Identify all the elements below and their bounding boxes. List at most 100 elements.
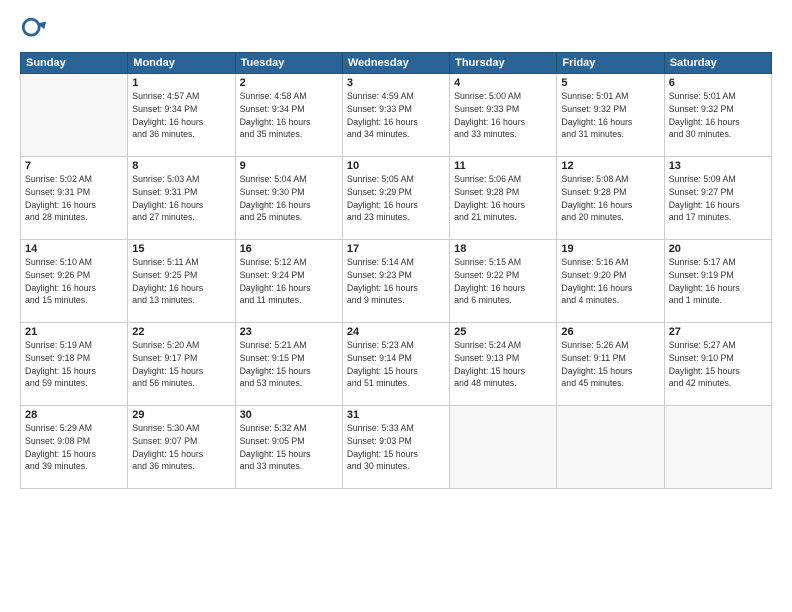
day-cell-30: 30Sunrise: 5:32 AMSunset: 9:05 PMDayligh… bbox=[235, 406, 342, 489]
day-info: Sunrise: 5:11 AMSunset: 9:25 PMDaylight:… bbox=[132, 256, 230, 307]
day-number: 31 bbox=[347, 409, 445, 421]
day-number: 26 bbox=[561, 326, 659, 338]
day-info: Sunrise: 5:01 AMSunset: 9:32 PMDaylight:… bbox=[669, 90, 767, 141]
day-cell-12: 12Sunrise: 5:08 AMSunset: 9:28 PMDayligh… bbox=[557, 157, 664, 240]
day-cell-8: 8Sunrise: 5:03 AMSunset: 9:31 PMDaylight… bbox=[128, 157, 235, 240]
day-info: Sunrise: 5:24 AMSunset: 9:13 PMDaylight:… bbox=[454, 339, 552, 390]
header bbox=[20, 16, 772, 44]
day-info: Sunrise: 5:19 AMSunset: 9:18 PMDaylight:… bbox=[25, 339, 123, 390]
weekday-header-thursday: Thursday bbox=[450, 53, 557, 74]
day-info: Sunrise: 5:33 AMSunset: 9:03 PMDaylight:… bbox=[347, 422, 445, 473]
day-number: 12 bbox=[561, 160, 659, 172]
day-number: 1 bbox=[132, 77, 230, 89]
day-cell-25: 25Sunrise: 5:24 AMSunset: 9:13 PMDayligh… bbox=[450, 323, 557, 406]
day-number: 29 bbox=[132, 409, 230, 421]
weekday-header-saturday: Saturday bbox=[664, 53, 771, 74]
day-cell-11: 11Sunrise: 5:06 AMSunset: 9:28 PMDayligh… bbox=[450, 157, 557, 240]
empty-cell bbox=[21, 74, 128, 157]
weekday-header-row: SundayMondayTuesdayWednesdayThursdayFrid… bbox=[21, 53, 772, 74]
day-number: 7 bbox=[25, 160, 123, 172]
day-cell-6: 6Sunrise: 5:01 AMSunset: 9:32 PMDaylight… bbox=[664, 74, 771, 157]
calendar: SundayMondayTuesdayWednesdayThursdayFrid… bbox=[20, 52, 772, 489]
day-number: 11 bbox=[454, 160, 552, 172]
day-cell-24: 24Sunrise: 5:23 AMSunset: 9:14 PMDayligh… bbox=[342, 323, 449, 406]
day-cell-23: 23Sunrise: 5:21 AMSunset: 9:15 PMDayligh… bbox=[235, 323, 342, 406]
day-number: 16 bbox=[240, 243, 338, 255]
day-info: Sunrise: 5:10 AMSunset: 9:26 PMDaylight:… bbox=[25, 256, 123, 307]
weekday-header-friday: Friday bbox=[557, 53, 664, 74]
day-number: 19 bbox=[561, 243, 659, 255]
week-row-5: 28Sunrise: 5:29 AMSunset: 9:08 PMDayligh… bbox=[21, 406, 772, 489]
day-info: Sunrise: 5:15 AMSunset: 9:22 PMDaylight:… bbox=[454, 256, 552, 307]
day-cell-31: 31Sunrise: 5:33 AMSunset: 9:03 PMDayligh… bbox=[342, 406, 449, 489]
day-cell-17: 17Sunrise: 5:14 AMSunset: 9:23 PMDayligh… bbox=[342, 240, 449, 323]
day-number: 30 bbox=[240, 409, 338, 421]
week-row-3: 14Sunrise: 5:10 AMSunset: 9:26 PMDayligh… bbox=[21, 240, 772, 323]
day-cell-29: 29Sunrise: 5:30 AMSunset: 9:07 PMDayligh… bbox=[128, 406, 235, 489]
weekday-header-monday: Monday bbox=[128, 53, 235, 74]
day-cell-27: 27Sunrise: 5:27 AMSunset: 9:10 PMDayligh… bbox=[664, 323, 771, 406]
day-info: Sunrise: 5:32 AMSunset: 9:05 PMDaylight:… bbox=[240, 422, 338, 473]
day-info: Sunrise: 5:16 AMSunset: 9:20 PMDaylight:… bbox=[561, 256, 659, 307]
day-cell-26: 26Sunrise: 5:26 AMSunset: 9:11 PMDayligh… bbox=[557, 323, 664, 406]
day-cell-15: 15Sunrise: 5:11 AMSunset: 9:25 PMDayligh… bbox=[128, 240, 235, 323]
day-number: 8 bbox=[132, 160, 230, 172]
day-info: Sunrise: 5:09 AMSunset: 9:27 PMDaylight:… bbox=[669, 173, 767, 224]
weekday-header-sunday: Sunday bbox=[21, 53, 128, 74]
day-info: Sunrise: 5:30 AMSunset: 9:07 PMDaylight:… bbox=[132, 422, 230, 473]
day-number: 25 bbox=[454, 326, 552, 338]
day-number: 5 bbox=[561, 77, 659, 89]
day-number: 18 bbox=[454, 243, 552, 255]
day-cell-4: 4Sunrise: 5:00 AMSunset: 9:33 PMDaylight… bbox=[450, 74, 557, 157]
day-info: Sunrise: 5:03 AMSunset: 9:31 PMDaylight:… bbox=[132, 173, 230, 224]
day-info: Sunrise: 5:29 AMSunset: 9:08 PMDaylight:… bbox=[25, 422, 123, 473]
day-info: Sunrise: 5:17 AMSunset: 9:19 PMDaylight:… bbox=[669, 256, 767, 307]
logo-icon bbox=[20, 16, 48, 44]
day-cell-9: 9Sunrise: 5:04 AMSunset: 9:30 PMDaylight… bbox=[235, 157, 342, 240]
day-number: 17 bbox=[347, 243, 445, 255]
day-cell-16: 16Sunrise: 5:12 AMSunset: 9:24 PMDayligh… bbox=[235, 240, 342, 323]
day-number: 21 bbox=[25, 326, 123, 338]
day-info: Sunrise: 5:20 AMSunset: 9:17 PMDaylight:… bbox=[132, 339, 230, 390]
day-info: Sunrise: 4:59 AMSunset: 9:33 PMDaylight:… bbox=[347, 90, 445, 141]
day-number: 27 bbox=[669, 326, 767, 338]
day-info: Sunrise: 5:04 AMSunset: 9:30 PMDaylight:… bbox=[240, 173, 338, 224]
day-info: Sunrise: 4:57 AMSunset: 9:34 PMDaylight:… bbox=[132, 90, 230, 141]
day-info: Sunrise: 5:14 AMSunset: 9:23 PMDaylight:… bbox=[347, 256, 445, 307]
day-cell-5: 5Sunrise: 5:01 AMSunset: 9:32 PMDaylight… bbox=[557, 74, 664, 157]
weekday-header-tuesday: Tuesday bbox=[235, 53, 342, 74]
day-info: Sunrise: 5:06 AMSunset: 9:28 PMDaylight:… bbox=[454, 173, 552, 224]
day-cell-1: 1Sunrise: 4:57 AMSunset: 9:34 PMDaylight… bbox=[128, 74, 235, 157]
week-row-1: 1Sunrise: 4:57 AMSunset: 9:34 PMDaylight… bbox=[21, 74, 772, 157]
day-cell-28: 28Sunrise: 5:29 AMSunset: 9:08 PMDayligh… bbox=[21, 406, 128, 489]
day-info: Sunrise: 5:12 AMSunset: 9:24 PMDaylight:… bbox=[240, 256, 338, 307]
page: SundayMondayTuesdayWednesdayThursdayFrid… bbox=[0, 0, 792, 612]
day-number: 22 bbox=[132, 326, 230, 338]
day-number: 9 bbox=[240, 160, 338, 172]
day-number: 13 bbox=[669, 160, 767, 172]
weekday-header-wednesday: Wednesday bbox=[342, 53, 449, 74]
day-number: 3 bbox=[347, 77, 445, 89]
day-info: Sunrise: 5:08 AMSunset: 9:28 PMDaylight:… bbox=[561, 173, 659, 224]
week-row-4: 21Sunrise: 5:19 AMSunset: 9:18 PMDayligh… bbox=[21, 323, 772, 406]
day-cell-14: 14Sunrise: 5:10 AMSunset: 9:26 PMDayligh… bbox=[21, 240, 128, 323]
empty-cell bbox=[557, 406, 664, 489]
day-cell-20: 20Sunrise: 5:17 AMSunset: 9:19 PMDayligh… bbox=[664, 240, 771, 323]
logo bbox=[20, 16, 52, 44]
day-info: Sunrise: 5:26 AMSunset: 9:11 PMDaylight:… bbox=[561, 339, 659, 390]
day-info: Sunrise: 5:01 AMSunset: 9:32 PMDaylight:… bbox=[561, 90, 659, 141]
day-number: 4 bbox=[454, 77, 552, 89]
day-number: 2 bbox=[240, 77, 338, 89]
day-cell-7: 7Sunrise: 5:02 AMSunset: 9:31 PMDaylight… bbox=[21, 157, 128, 240]
day-number: 14 bbox=[25, 243, 123, 255]
day-info: Sunrise: 5:21 AMSunset: 9:15 PMDaylight:… bbox=[240, 339, 338, 390]
day-info: Sunrise: 5:27 AMSunset: 9:10 PMDaylight:… bbox=[669, 339, 767, 390]
empty-cell bbox=[664, 406, 771, 489]
day-info: Sunrise: 5:00 AMSunset: 9:33 PMDaylight:… bbox=[454, 90, 552, 141]
day-cell-2: 2Sunrise: 4:58 AMSunset: 9:34 PMDaylight… bbox=[235, 74, 342, 157]
day-cell-22: 22Sunrise: 5:20 AMSunset: 9:17 PMDayligh… bbox=[128, 323, 235, 406]
day-info: Sunrise: 5:02 AMSunset: 9:31 PMDaylight:… bbox=[25, 173, 123, 224]
day-cell-19: 19Sunrise: 5:16 AMSunset: 9:20 PMDayligh… bbox=[557, 240, 664, 323]
empty-cell bbox=[450, 406, 557, 489]
day-info: Sunrise: 5:23 AMSunset: 9:14 PMDaylight:… bbox=[347, 339, 445, 390]
